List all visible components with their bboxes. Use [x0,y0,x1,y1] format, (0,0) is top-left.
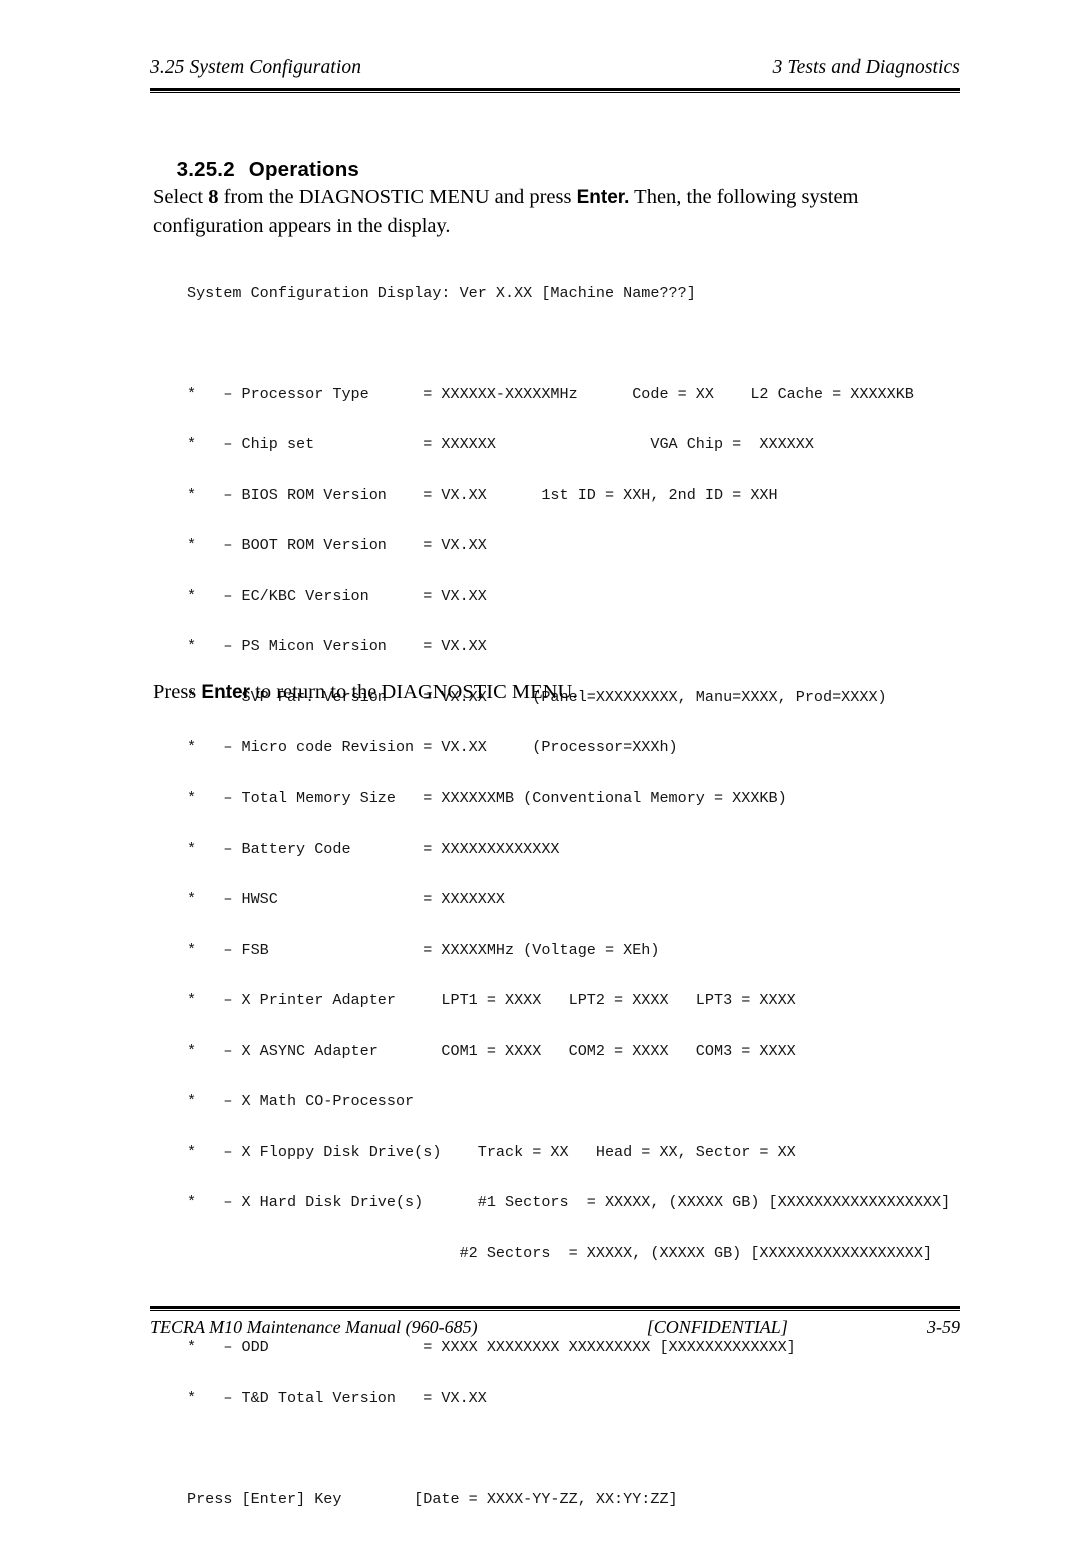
document-page: 3.25 System Configuration 3 Tests and Di… [0,0,1080,1507]
listing-row: * – EC/KBC Version = VX.XX [187,586,487,605]
listing-row: * – Total Memory Size = XXXXXXMB (Conven… [187,789,787,807]
running-header: 3.25 System Configuration 3 Tests and Di… [150,57,960,79]
intro-key-8: 8 [208,186,219,208]
listing-row: * – X Floppy Disk Drive(s) Track = XX He… [187,1142,796,1161]
closing-key-enter: Enter [201,682,250,703]
listing-row: * – Battery Code = XXXXXXXXXXXXX [187,839,560,858]
listing-row: * – BOOT ROM Version = VX.XX [187,536,487,555]
intro-text-part2: from the DIAGNOSTIC MENU and press [218,186,577,208]
listing-row: * – T&D Total Version = VX.XX [187,1388,487,1407]
footer-confidential-label: [CONFIDENTIAL] [646,1317,788,1337]
listing-spacer [187,1440,950,1457]
listing-row: * – PS Micon Version = VX.XX [187,637,487,656]
footer-page-number: 3-59 [927,1317,960,1337]
header-chapter-title: 3 Tests and Diagnostics [772,57,960,78]
listing-row: * – Chip set = XXXXXX VGA Chip = XXXXXX [187,435,814,454]
listing-row: * – HWSC = XXXXXXX [187,890,506,909]
page-footer: TECRA M10 Maintenance Manual (960-685) [… [150,1317,960,1338]
listing-row: * – Processor Type = XXXXXX-XXXXXMHz Cod… [187,384,914,403]
intro-key-enter: Enter. [576,187,630,208]
listing-title-line: System Configuration Display: Ver X.XX [… [187,283,696,302]
listing-row: * – Micro code Revision = VX.XX (Process… [187,738,678,757]
listing-row: * – BIOS ROM Version = VX.XX 1st ID = XX… [187,485,778,504]
intro-paragraph: Select 8 from the DIAGNOSTIC MENU and pr… [153,183,943,241]
closing-paragraph: Press Enter to return to the DIAGNOSTIC … [153,678,943,707]
header-section-title: 3.25 System Configuration [150,57,362,78]
listing-row: #2 Sectors = XXXXX, (XXXXX GB) [XXXXXXXX… [187,1243,933,1262]
intro-text-part1: Select [153,186,209,208]
header-divider-rule [150,88,960,93]
listing-spacer [187,335,950,352]
listing-row: * – X Math CO-Processor [187,1092,415,1111]
footer-divider-rule [150,1306,960,1311]
footer-manual-title: TECRA M10 Maintenance Manual (960-685) [150,1317,478,1337]
closing-text-part1: Press [153,681,202,703]
listing-row: * – X Printer Adapter LPT1 = XXXX LPT2 =… [187,991,796,1010]
listing-spacer [187,1295,950,1305]
listing-row: * – X Hard Disk Drive(s) #1 Sectors = XX… [187,1193,951,1212]
listing-prompt-line: Press [Enter] Key [Date = XXXX-YY-ZZ, XX… [187,1489,678,1508]
section-title: Operations [248,158,360,181]
section-number: 3.25.2 [176,158,235,181]
listing-row: * – X ASYNC Adapter COM1 = XXXX COM2 = X… [187,1041,796,1060]
closing-text-part2: to return to the DIAGNOSTIC MENU. [250,681,578,703]
system-configuration-listing: System Configuration Display: Ver X.XX [… [187,251,950,1541]
listing-row: * – ODD = XXXX XXXXXXXX XXXXXXXXX [XXXXX… [187,1338,796,1356]
listing-row: * – FSB = XXXXXMHz (Voltage = XEh) [187,940,660,959]
